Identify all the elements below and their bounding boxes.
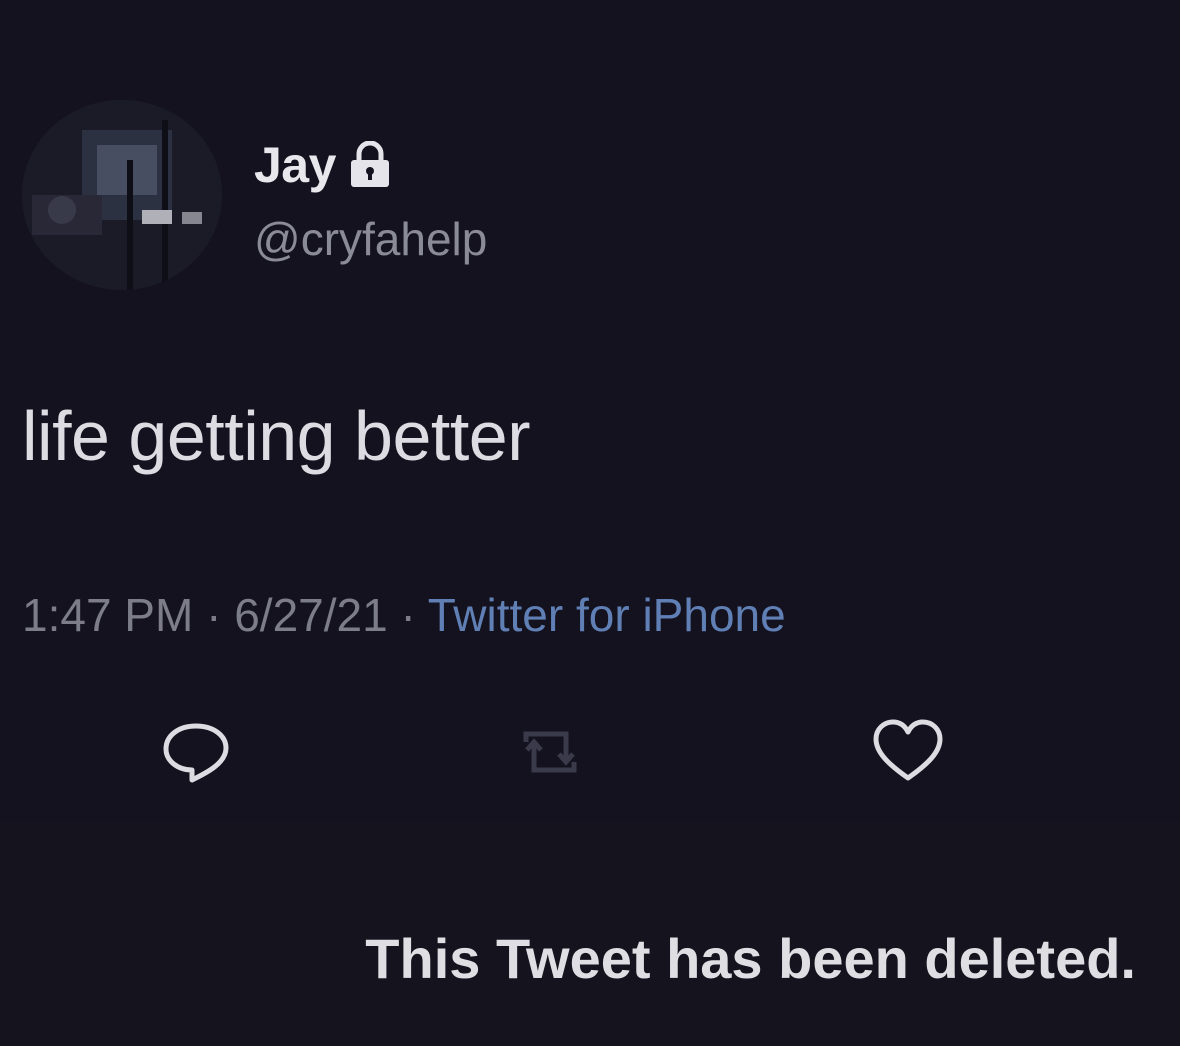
tweet-meta: 1:47 PM · 6/27/21 · Twitter for iPhone <box>22 588 786 642</box>
like-button[interactable] <box>868 712 948 792</box>
meta-separator: · <box>400 589 416 641</box>
meta-separator: · <box>206 589 222 641</box>
reply-button[interactable] <box>156 712 236 792</box>
tweet-time[interactable]: 1:47 PM <box>22 589 193 641</box>
tweet-date[interactable]: 6/27/21 <box>234 589 387 641</box>
author-name-row[interactable]: Jay <box>254 136 392 194</box>
avatar[interactable] <box>22 100 222 290</box>
display-name[interactable]: Jay <box>254 136 336 194</box>
retweet-button[interactable] <box>510 712 590 792</box>
heart-icon <box>873 719 943 781</box>
retweet-icon <box>523 731 577 773</box>
lock-icon <box>348 140 392 189</box>
tweet-source-link[interactable]: Twitter for iPhone <box>428 589 786 641</box>
avatar-image <box>22 100 222 290</box>
reply-icon <box>163 723 229 783</box>
tweet-text: life getting better <box>22 397 531 475</box>
deleted-message: This Tweet has been deleted. <box>365 927 1136 990</box>
handle[interactable]: @cryfahelp <box>254 212 487 266</box>
tweet-card: Jay @cryfahelp life getting better 1:47 … <box>0 0 1180 822</box>
deleted-notice: This Tweet has been deleted. <box>0 822 1180 1046</box>
